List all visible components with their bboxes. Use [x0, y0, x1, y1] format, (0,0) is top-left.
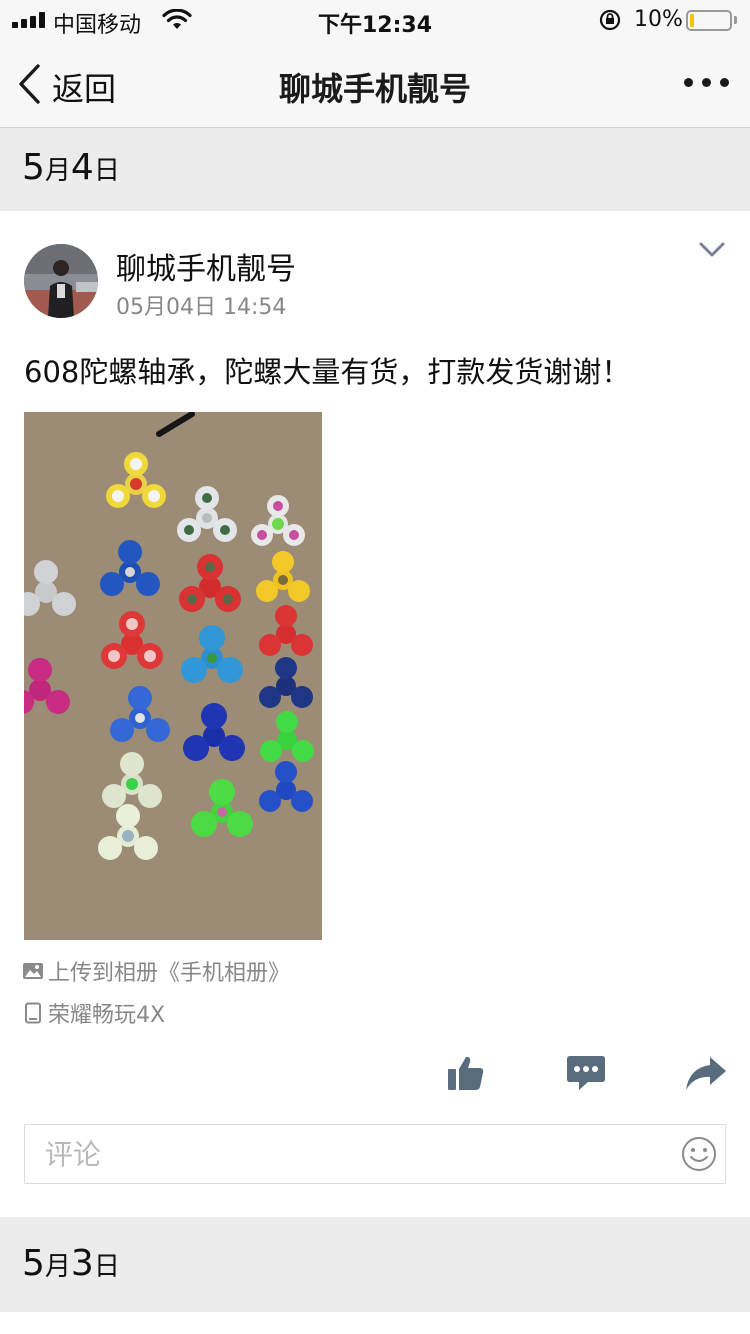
- date-header: 5月3日: [0, 1217, 750, 1312]
- device-name: 荣耀畅玩4X: [48, 1003, 166, 1028]
- chevron-left-icon: [19, 64, 40, 104]
- back-label: 返回: [52, 70, 117, 108]
- more-button[interactable]: [676, 68, 736, 98]
- phone-icon: [25, 1002, 41, 1024]
- like-icon[interactable]: [446, 1054, 486, 1092]
- more-dots-icon: [684, 78, 693, 87]
- battery-nub: [734, 16, 737, 24]
- comment-input[interactable]: [45, 1135, 665, 1173]
- comment-box: [24, 1124, 726, 1184]
- next-card-edge: [0, 1312, 750, 1334]
- more-dots-icon: [720, 78, 729, 87]
- post-timestamp: 05月04日 14:54: [116, 295, 287, 320]
- share-icon[interactable]: [684, 1054, 728, 1092]
- nav-bar: 返回 聊城手机靓号: [0, 40, 750, 128]
- emoji-icon[interactable]: [681, 1136, 717, 1172]
- post-text: 608陀螺轴承，陀螺大量有货，打款发货谢谢！: [24, 355, 631, 389]
- post-photo[interactable]: [24, 412, 322, 940]
- chevron-down-icon[interactable]: [698, 241, 726, 259]
- post-author[interactable]: 聊城手机靓号: [116, 244, 296, 288]
- back-button[interactable]: 返回: [16, 62, 136, 108]
- date-label: 5月4日: [22, 147, 120, 188]
- image-icon: [23, 963, 43, 979]
- comment-icon[interactable]: [566, 1054, 606, 1092]
- date-label: 5月3日: [22, 1243, 120, 1284]
- battery-icon: [686, 10, 732, 31]
- more-dots-icon: [702, 78, 711, 87]
- date-header: 5月4日: [0, 129, 750, 211]
- upload-note-text: 上传到相册《手机相册》: [48, 961, 291, 986]
- rotation-lock-icon: [599, 9, 621, 31]
- post-card: 聊城手机靓号 05月04日 14:54 608陀螺轴承，陀螺大量有货，打款发货谢…: [0, 211, 750, 1217]
- device-info: 荣耀畅玩4X: [22, 997, 165, 1029]
- avatar[interactable]: [24, 244, 98, 318]
- avatar-image: [24, 244, 98, 318]
- fidget-spinners-photo: [24, 412, 322, 940]
- status-bar: 中国移动 下午12:34 10%: [0, 0, 750, 40]
- battery-percent: 10%: [634, 7, 683, 32]
- upload-note[interactable]: 上传到相册《手机相册》: [22, 955, 290, 987]
- battery-level: [690, 14, 694, 27]
